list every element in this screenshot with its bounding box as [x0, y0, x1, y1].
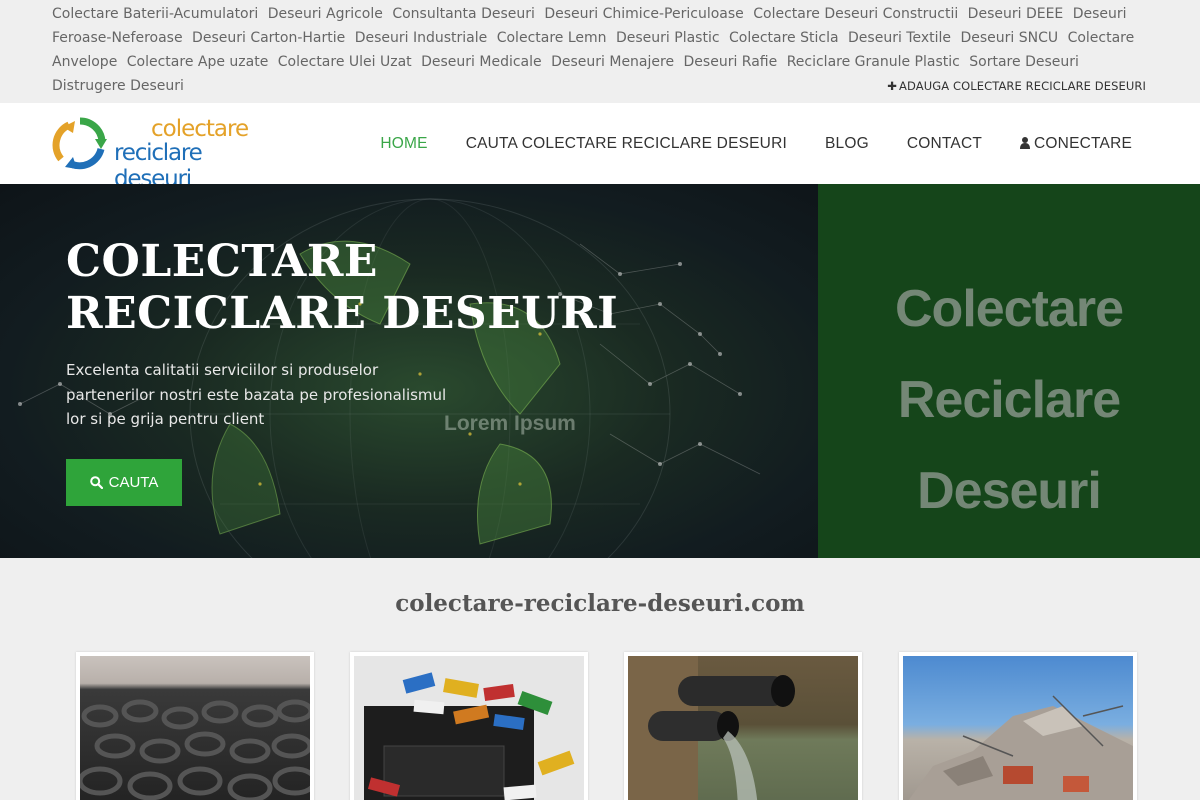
hero-search-label: CAUTA [108, 474, 159, 491]
plus-icon: ✚ [887, 79, 898, 93]
category-link[interactable]: Colectare Lemn [497, 30, 607, 46]
batteries-image [354, 656, 584, 800]
category-link[interactable]: Deseuri Agricole [268, 6, 383, 22]
logo-text-line1: colectare [151, 116, 249, 142]
category-link[interactable]: Deseuri Textile [848, 30, 951, 46]
category-link[interactable]: Colectare Deseuri Constructii [753, 6, 958, 22]
hero-title: COLECTARE RECICLARE DESEURI [66, 236, 618, 340]
tires-image [80, 656, 310, 800]
category-link[interactable]: Sortare Deseuri [969, 54, 1079, 70]
category-link[interactable]: Colectare Ulei Uzat [278, 54, 412, 70]
category-link[interactable]: Consultanta Deseuri [392, 6, 535, 22]
side-word-3: Deseuri [917, 462, 1102, 520]
hero-title-line2: RECICLARE DESEURI [66, 288, 619, 339]
category-card-construction[interactable] [899, 652, 1137, 800]
category-card-wastewater[interactable] [624, 652, 862, 800]
site-logo[interactable]: colectare reciclare deseuri [51, 113, 281, 192]
nav-login[interactable]: CONECTARE [1020, 135, 1132, 153]
category-link[interactable]: Distrugere Deseuri [52, 78, 184, 94]
side-panel-words: Colectare Reciclare Deseuri [818, 264, 1200, 537]
side-word-2: Reciclare [897, 371, 1121, 429]
site-header: colectare reciclare deseuri HOME CAUTA C… [0, 103, 1200, 192]
hero-banner: COLECTARE RECICLARE DESEURI Excelenta ca… [0, 184, 1200, 558]
hero-search-button[interactable]: CAUTA [66, 459, 182, 506]
category-link[interactable]: Deseuri Carton-Hartie [192, 30, 345, 46]
category-link[interactable]: Deseuri Plastic [616, 30, 720, 46]
category-link[interactable]: Reciclare Granule Plastic [787, 54, 960, 70]
hero-watermark: Lorem Ipsum [444, 412, 576, 435]
category-bar: Colectare Baterii-Acumulatori Deseuri Ag… [0, 0, 1200, 103]
nav-blog[interactable]: BLOG [825, 135, 869, 153]
hero-background: COLECTARE RECICLARE DESEURI Excelenta ca… [0, 184, 818, 558]
category-card-tires[interactable] [76, 652, 314, 800]
add-listing-label: ADAUGA COLECTARE RECICLARE DESEURI [899, 79, 1146, 93]
category-link[interactable]: Deseuri SNCU [960, 30, 1058, 46]
side-word-1: Colectare [895, 280, 1124, 338]
wastewater-image [628, 656, 858, 800]
category-link[interactable]: Deseuri Rafie [684, 54, 778, 70]
category-link[interactable]: Deseuri Chimice-Periculoase [544, 6, 743, 22]
add-listing-link[interactable]: ✚ ADAUGA COLECTARE RECICLARE DESEURI [887, 79, 1146, 93]
recycle-logo-icon [52, 117, 107, 170]
category-link[interactable]: Deseuri Menajere [551, 54, 674, 70]
construction-debris-image [903, 656, 1133, 800]
user-icon [1020, 136, 1031, 149]
main-nav: HOME CAUTA COLECTARE RECICLARE DESEURI B… [342, 103, 1132, 184]
site-title: colectare-reciclare-deseuri.com [395, 590, 805, 617]
category-link[interactable]: Deseuri Medicale [421, 54, 542, 70]
category-link[interactable]: Deseuri Industriale [355, 30, 488, 46]
category-link[interactable]: Deseuri DEEE [968, 6, 1064, 22]
nav-contact[interactable]: CONTACT [907, 135, 982, 153]
hero-subtitle: Excelenta calitatii serviciilor si produ… [66, 361, 447, 428]
nav-login-label: CONECTARE [1034, 134, 1132, 152]
nav-search[interactable]: CAUTA COLECTARE RECICLARE DESEURI [466, 135, 787, 153]
hero-side-panel: Colectare Reciclare Deseuri [818, 184, 1200, 558]
category-card-batteries[interactable] [350, 652, 588, 800]
category-link[interactable]: Colectare Ape uzate [127, 54, 269, 70]
category-link[interactable]: Colectare Baterii-Acumulatori [52, 6, 258, 22]
search-icon [89, 476, 103, 489]
hero-title-line1: COLECTARE [66, 236, 378, 287]
nav-home[interactable]: HOME [380, 135, 427, 153]
category-link[interactable]: Colectare Sticla [729, 30, 839, 46]
